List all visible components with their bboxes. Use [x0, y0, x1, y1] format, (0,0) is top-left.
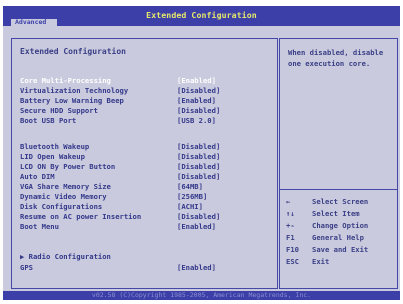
- submenu-label: ▶ Radio Configuration: [20, 252, 111, 261]
- key-help-select-screen: ← Select Screen: [286, 196, 396, 208]
- section-title: Extended Configuration: [20, 47, 126, 56]
- submenu-radio-configuration[interactable]: ▶ Radio Configuration: [20, 252, 275, 262]
- setting-value[interactable]: [Enabled]: [177, 76, 216, 86]
- settings-panel: Extended Configuration Core Multi-Proces…: [11, 38, 278, 289]
- setting-label: Auto DIM: [20, 172, 55, 181]
- setting-boot-menu[interactable]: Boot Menu [Enabled]: [20, 222, 275, 232]
- help-divider: [280, 189, 397, 190]
- left-right-arrow-key: ←: [286, 197, 291, 206]
- setting-label: LID Open Wakeup: [20, 152, 85, 161]
- setting-label: Bluetooth Wakeup: [20, 142, 90, 151]
- setting-label: Secure HDD Support: [20, 106, 98, 115]
- window-title: Extended Configuration: [146, 10, 257, 20]
- setting-secure-hdd-support[interactable]: Secure HDD Support [Disabled]: [20, 106, 275, 116]
- setting-value[interactable]: [Disabled]: [177, 172, 220, 182]
- setting-lid-open-wakeup[interactable]: LID Open Wakeup [Disabled]: [20, 152, 275, 162]
- setting-value[interactable]: [Disabled]: [177, 212, 220, 222]
- setting-label: Battery Low Warning Beep: [20, 96, 124, 105]
- setting-value[interactable]: [ACHI]: [177, 202, 203, 212]
- help-description: When disabled, disable one execution cor…: [288, 48, 384, 68]
- setting-gps[interactable]: GPS [Enabled]: [20, 263, 275, 273]
- setting-label: Resume on AC power Insertion: [20, 212, 142, 221]
- key-description: Select Item: [312, 209, 360, 218]
- setting-core-multi-processing[interactable]: Core Multi-Processing [Enabled]: [20, 76, 275, 86]
- setting-label: VGA Share Memory Size: [20, 182, 111, 191]
- setting-value[interactable]: [64MB]: [177, 182, 203, 192]
- copyright-footer: v02.58 (C)Copyright 1985-2005, American …: [3, 291, 400, 300]
- setting-value[interactable]: [Enabled]: [177, 222, 216, 232]
- setting-dynamic-video-memory[interactable]: Dynamic Video Memory [256MB]: [20, 192, 275, 202]
- key-help-exit: ESC Exit: [286, 256, 396, 268]
- setting-battery-low-warning-beep[interactable]: Battery Low Warning Beep [Enabled]: [20, 96, 275, 106]
- esc-key: ESC: [286, 257, 299, 266]
- setting-label: Boot USB Port: [20, 116, 77, 125]
- setting-label: Dynamic Video Memory: [20, 192, 107, 201]
- f1-key: F1: [286, 233, 295, 242]
- setting-value[interactable]: [Disabled]: [177, 162, 220, 172]
- up-down-arrow-key: ↑↓: [286, 209, 295, 218]
- bios-screen: Extended Configuration Advanced Extended…: [3, 6, 400, 300]
- plus-minus-key: +-: [286, 221, 295, 230]
- setting-value[interactable]: [USB 2.0]: [177, 116, 216, 126]
- setting-virtualization-technology[interactable]: Virtualization Technology [Disabled]: [20, 86, 275, 96]
- key-description: Save and Exit: [312, 245, 369, 254]
- setting-value[interactable]: [Disabled]: [177, 142, 220, 152]
- setting-boot-usb-port[interactable]: Boot USB Port [USB 2.0]: [20, 116, 275, 126]
- setting-value[interactable]: [256MB]: [177, 192, 207, 202]
- setting-label: GPS: [20, 263, 33, 272]
- setting-disk-configurations[interactable]: Disk Configurations [ACHI]: [20, 202, 275, 212]
- tab-advanced[interactable]: Advanced: [11, 19, 57, 26]
- key-help-save-exit: F10 Save and Exit: [286, 244, 396, 256]
- setting-auto-dim[interactable]: Auto DIM [Disabled]: [20, 172, 275, 182]
- key-help-select-item: ↑↓ Select Item: [286, 208, 396, 220]
- setting-resume-on-ac-power-insertion[interactable]: Resume on AC power Insertion [Disabled]: [20, 212, 275, 222]
- key-help-general-help: F1 General Help: [286, 232, 396, 244]
- key-description: Select Screen: [312, 197, 369, 206]
- setting-value[interactable]: [Disabled]: [177, 106, 220, 116]
- setting-value[interactable]: [Disabled]: [177, 86, 220, 96]
- title-bar: Extended Configuration Advanced: [3, 6, 400, 26]
- help-panel: When disabled, disable one execution cor…: [279, 38, 398, 289]
- setting-label: Disk Configurations: [20, 202, 103, 211]
- setting-value[interactable]: [Enabled]: [177, 96, 216, 106]
- setting-value[interactable]: [Enabled]: [177, 263, 216, 273]
- setting-label: LCD ON By Power Button: [20, 162, 116, 171]
- key-description: General Help: [312, 233, 364, 242]
- setting-lcd-on-by-power-button[interactable]: LCD ON By Power Button [Disabled]: [20, 162, 275, 172]
- key-description: Change Option: [312, 221, 369, 230]
- setting-bluetooth-wakeup[interactable]: Bluetooth Wakeup [Disabled]: [20, 142, 275, 152]
- key-description: Exit: [312, 257, 330, 266]
- setting-value[interactable]: [Disabled]: [177, 152, 220, 162]
- setting-vga-share-memory-size[interactable]: VGA Share Memory Size [64MB]: [20, 182, 275, 192]
- setting-label: Virtualization Technology: [20, 86, 129, 95]
- setting-label: Core Multi-Processing: [20, 76, 111, 85]
- key-help-change-option: +- Change Option: [286, 220, 396, 232]
- setting-label: Boot Menu: [20, 222, 59, 231]
- f10-key: F10: [286, 245, 299, 254]
